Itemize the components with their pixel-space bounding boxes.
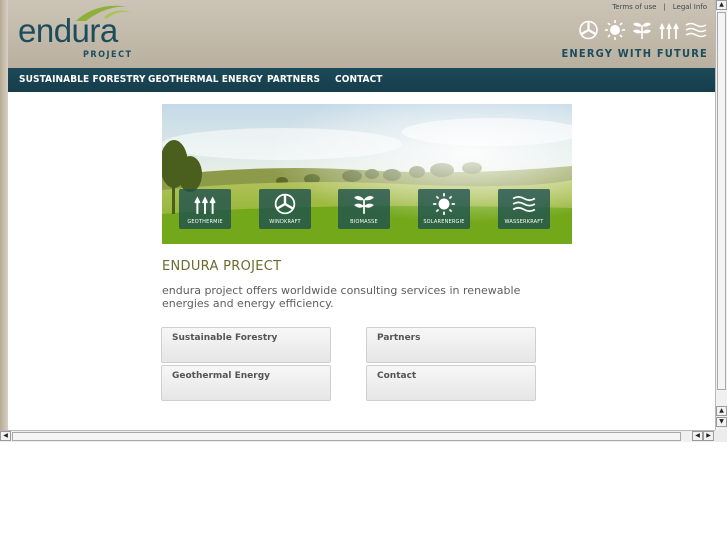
- hero-button-solarenergie[interactable]: SOLARENERGIE: [418, 189, 470, 229]
- windmill-icon: [579, 20, 598, 40]
- logo-subtitle: PROJECT: [83, 50, 133, 60]
- header: endura PROJECT Terms of use | Legal Info: [8, 0, 715, 68]
- scroll-up-arrow-icon[interactable]: ▲: [716, 0, 727, 10]
- link-box-label: Contact: [377, 371, 417, 381]
- scroll-left-arrow-icon[interactable]: ◀: [0, 431, 11, 441]
- link-box-sustainable-forestry[interactable]: Sustainable Forestry: [161, 327, 331, 363]
- nav-geothermal-energy[interactable]: GEOTHERMAL ENERGY: [148, 74, 263, 85]
- sun-icon: [605, 20, 625, 40]
- terms-of-use-link[interactable]: Terms of use: [612, 3, 656, 11]
- logo-text[interactable]: endura: [18, 12, 118, 50]
- page-viewport: endura PROJECT Terms of use | Legal Info: [0, 0, 715, 430]
- hero-button-label: SOLARENERGIE: [423, 219, 465, 225]
- link-box-geothermal-energy[interactable]: Geothermal Energy: [161, 365, 331, 401]
- vertical-scroll-thumb[interactable]: [717, 12, 726, 390]
- nav-partners[interactable]: PARTNERS: [267, 74, 320, 85]
- legal-info-link[interactable]: Legal Info: [673, 3, 707, 11]
- scroll-left-arrow-icon[interactable]: ◀: [692, 431, 703, 441]
- link-box-partners[interactable]: Partners: [366, 327, 536, 363]
- link-box-label: Geothermal Energy: [172, 371, 271, 381]
- vertical-scrollbar[interactable]: ▲ ▲ ▼: [715, 0, 727, 430]
- scrollbar-corner: [715, 430, 727, 442]
- windmill-icon: [274, 193, 296, 215]
- hero-button-label: GEOTHERMIE: [187, 219, 223, 225]
- left-border: [0, 0, 8, 430]
- horizontal-scrollbar[interactable]: ◀ ◀ ▶: [0, 430, 715, 442]
- hero-button-label: WASSERKRAFT: [504, 219, 544, 225]
- water-icon: [512, 196, 536, 212]
- link-box-label: Sustainable Forestry: [172, 333, 278, 343]
- hero-button-label: WINDKRAFT: [269, 219, 301, 225]
- top-links: Terms of use | Legal Info: [612, 3, 707, 11]
- scroll-down-arrow-icon[interactable]: ▼: [716, 417, 727, 427]
- scroll-right-arrow-icon[interactable]: ▶: [703, 431, 714, 441]
- plant-icon: [633, 22, 651, 39]
- hero-button-geothermie[interactable]: GEOTHERMIE: [179, 189, 231, 229]
- geothermal-icon: [194, 196, 216, 214]
- intro-text: endura project offers worldwide consulti…: [162, 284, 521, 310]
- hero-button-wasserkraft[interactable]: WASSERKRAFT: [498, 189, 550, 229]
- top-links-separator: |: [663, 3, 666, 11]
- water-icon: [685, 22, 707, 38]
- page-title: ENDURA PROJECT: [162, 259, 282, 274]
- sun-icon: [433, 193, 455, 215]
- link-box-label: Partners: [377, 333, 421, 343]
- main-nav: SUSTAINABLE FORESTRY GEOTHERMAL ENERGY P…: [8, 68, 715, 92]
- link-box-contact[interactable]: Contact: [366, 365, 536, 401]
- energy-icons: [578, 20, 707, 40]
- hero-banner: GEOTHERMIE WINDKRAFT BIOMASSE SOLARENERG…: [162, 104, 572, 244]
- plant-icon: [354, 196, 374, 214]
- hero-button-label: BIOMASSE: [350, 219, 378, 225]
- horizontal-scroll-thumb[interactable]: [12, 432, 681, 441]
- nav-sustainable-forestry[interactable]: SUSTAINABLE FORESTRY: [19, 74, 146, 85]
- nav-contact[interactable]: CONTACT: [335, 74, 383, 85]
- hero-button-biomasse[interactable]: BIOMASSE: [338, 189, 390, 229]
- tagline: ENERGY WITH FUTURE: [561, 47, 708, 60]
- geothermal-icon: [659, 22, 679, 39]
- hero-button-windkraft[interactable]: WINDKRAFT: [259, 189, 311, 229]
- scroll-up-arrow-icon[interactable]: ▲: [716, 406, 727, 416]
